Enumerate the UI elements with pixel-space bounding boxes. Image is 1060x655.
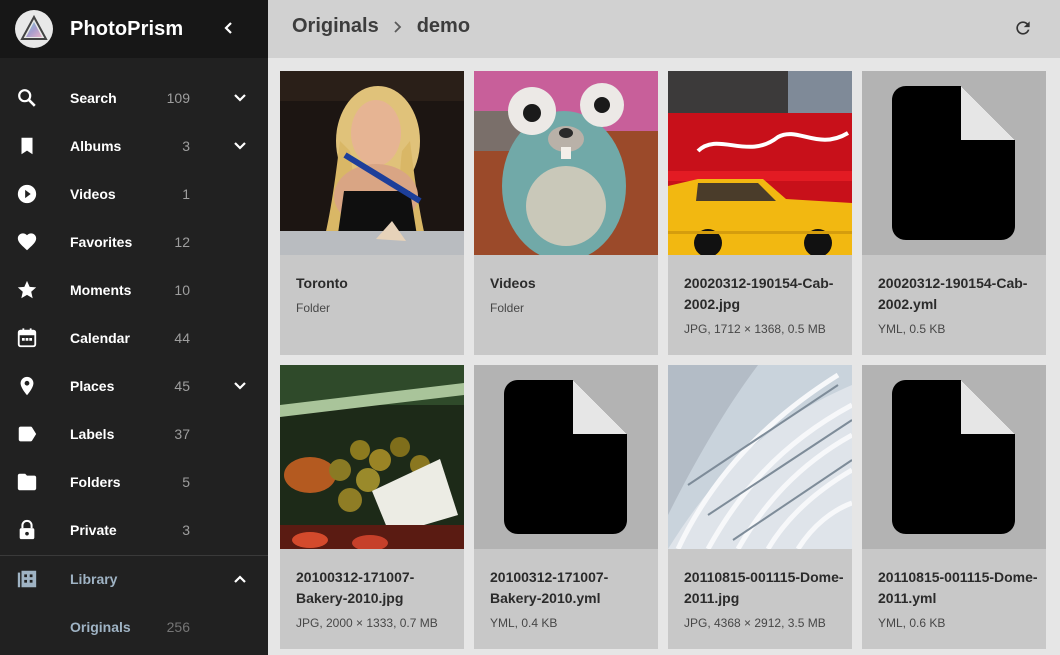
sidebar-item-count: 109 (166, 90, 190, 106)
card-meta: Folder (490, 301, 525, 315)
sidebar-item-count: 45 (174, 378, 190, 394)
card-title: 20110815-001115-Dome-2011.yml (878, 569, 1038, 606)
toolbar: Originals demo (268, 0, 1060, 58)
card-title: 20100312-171007-Bakery-2010.yml (490, 569, 609, 606)
sidebar-item-label: Albums (70, 138, 122, 154)
sidebar-item-favorites[interactable]: Favorites 12 (0, 218, 268, 266)
sidebar-item-count: 5 (182, 474, 190, 490)
chevron-up-icon[interactable] (228, 567, 252, 591)
chevron-down-icon[interactable] (228, 134, 252, 158)
breadcrumb-demo: demo (416, 15, 471, 37)
sidebar-item-label: Favorites (70, 234, 133, 250)
sidebar-item-calendar[interactable]: Calendar 44 (0, 314, 268, 362)
label-icon (15, 422, 39, 446)
star-icon (15, 278, 39, 302)
sidebar-item-count: 256 (166, 619, 190, 635)
sidebar-item-label: Library (70, 571, 118, 587)
card-title: 20020312-190154-Cab-2002.yml (878, 275, 1028, 312)
lock-icon (15, 518, 39, 542)
grid-card-cab-jpg[interactable]: 20020312-190154-Cab-2002.jpg JPG, 1712 ×… (668, 71, 852, 355)
file-thumbnail (474, 365, 658, 549)
chevron-left-icon (224, 22, 232, 34)
photo-thumbnail (668, 71, 852, 255)
sidebar-nav: Search 109 Albums 3 Videos 1 Favorites 1… (0, 74, 268, 554)
sidebar-item-label: Videos (70, 186, 116, 202)
refresh-button[interactable] (1010, 15, 1036, 41)
grid-card-bakery-yml[interactable]: 20100312-171007-Bakery-2010.yml YML, 0.4… (474, 365, 658, 649)
sidebar-item-library[interactable]: Library (0, 555, 268, 603)
sidebar-item-count: 1 (182, 186, 190, 202)
file-icon (862, 71, 1046, 255)
chevron-down-icon[interactable] (228, 86, 252, 110)
card-meta: YML, 0.5 KB (878, 322, 946, 336)
grid-card-dome-yml[interactable]: 20110815-001115-Dome-2011.yml YML, 0.6 K… (862, 365, 1046, 649)
file-icon (862, 365, 1046, 549)
file-thumbnail (862, 71, 1046, 255)
chevron-right-icon (393, 20, 403, 34)
sidebar-item-albums[interactable]: Albums 3 (0, 122, 268, 170)
sidebar-item-private[interactable]: Private 3 (0, 506, 268, 554)
sidebar-item-count: 37 (174, 426, 190, 442)
sidebar-item-videos[interactable]: Videos 1 (0, 170, 268, 218)
chevron-down-icon[interactable] (228, 374, 252, 398)
sidebar: PhotoPrism Search 109 Albums 3 Videos 1 … (0, 0, 268, 655)
sidebar-item-places[interactable]: Places 45 (0, 362, 268, 410)
sidebar-item-originals[interactable]: Originals 256 (0, 603, 268, 651)
breadcrumb-originals[interactable]: Originals (292, 15, 379, 38)
sidebar-item-moments[interactable]: Moments 10 (0, 266, 268, 314)
card-title: Videos (490, 275, 536, 291)
sidebar-item-count: 44 (174, 330, 190, 346)
grid-card-bakery-jpg[interactable]: 20100312-171007-Bakery-2010.jpg JPG, 200… (280, 365, 464, 649)
card-title: Toronto (296, 275, 348, 291)
photo-thumbnail (668, 365, 852, 549)
bookmark-icon (15, 134, 39, 158)
breadcrumb: Originals demo (292, 15, 470, 38)
sidebar-item-count: 12 (174, 234, 190, 250)
sidebar-item-label: Search (70, 90, 117, 106)
play-circle-icon (15, 182, 39, 206)
grid-card-toronto[interactable]: Toronto Folder (280, 71, 464, 355)
grid-card-videos[interactable]: Videos Folder (474, 71, 658, 355)
file-thumbnail (862, 365, 1046, 549)
photo-thumbnail (280, 365, 464, 549)
brand-header: PhotoPrism (0, 0, 268, 58)
refresh-icon (1016, 21, 1030, 35)
calendar-icon (15, 326, 39, 350)
folder-thumbnail (280, 71, 464, 255)
card-title: 20020312-190154-Cab-2002.jpg (684, 275, 834, 312)
sidebar-item-search[interactable]: Search 109 (0, 74, 268, 122)
card-meta: JPG, 4368 × 2912, 3.5 MB (684, 616, 826, 630)
sidebar-item-label: Moments (70, 282, 132, 298)
library-icon (15, 567, 39, 591)
place-icon (15, 374, 39, 398)
sidebar-item-count: 10 (174, 282, 190, 298)
grid-card-cab-yml[interactable]: 20020312-190154-Cab-2002.yml YML, 0.5 KB (862, 71, 1046, 355)
sidebar-item-label: Originals (70, 619, 131, 635)
collapse-sidebar-button[interactable] (218, 15, 240, 41)
sidebar-item-folders[interactable]: Folders 5 (0, 458, 268, 506)
card-meta: JPG, 2000 × 1333, 0.7 MB (296, 616, 438, 630)
folder-icon (15, 470, 39, 494)
heart-icon (15, 230, 39, 254)
grid-card-dome-jpg[interactable]: 20110815-001115-Dome-2011.jpg JPG, 4368 … (668, 365, 852, 649)
sidebar-item-count: 3 (182, 138, 190, 154)
card-meta: YML, 0.6 KB (878, 616, 946, 630)
file-icon (474, 365, 658, 549)
sidebar-item-count: 3 (182, 522, 190, 538)
sidebar-item-label: Private (70, 522, 117, 538)
card-title: 20100312-171007-Bakery-2010.jpg (296, 569, 415, 606)
sidebar-item-label: Calendar (70, 330, 130, 346)
app-title: PhotoPrism (70, 17, 184, 40)
folder-thumbnail (474, 71, 658, 255)
card-meta: YML, 0.4 KB (490, 616, 558, 630)
card-meta: Folder (296, 301, 331, 315)
card-title: 20110815-001115-Dome-2011.jpg (684, 569, 844, 606)
sidebar-item-label: Places (70, 378, 115, 394)
sidebar-item-label: Folders (70, 474, 121, 490)
sidebar-item-labels[interactable]: Labels 37 (0, 410, 268, 458)
photoprism-logo-icon[interactable] (15, 10, 53, 48)
sidebar-item-label: Labels (70, 426, 115, 442)
search-icon (15, 86, 39, 110)
card-meta: JPG, 1712 × 1368, 0.5 MB (684, 322, 826, 336)
